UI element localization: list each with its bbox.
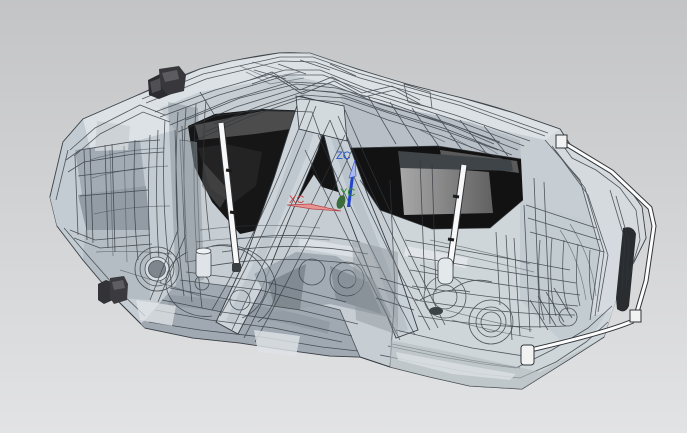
- svg-text:XC: XC: [289, 194, 304, 206]
- svg-text:ZC: ZC: [336, 150, 351, 162]
- svg-text:YC: YC: [340, 187, 355, 199]
